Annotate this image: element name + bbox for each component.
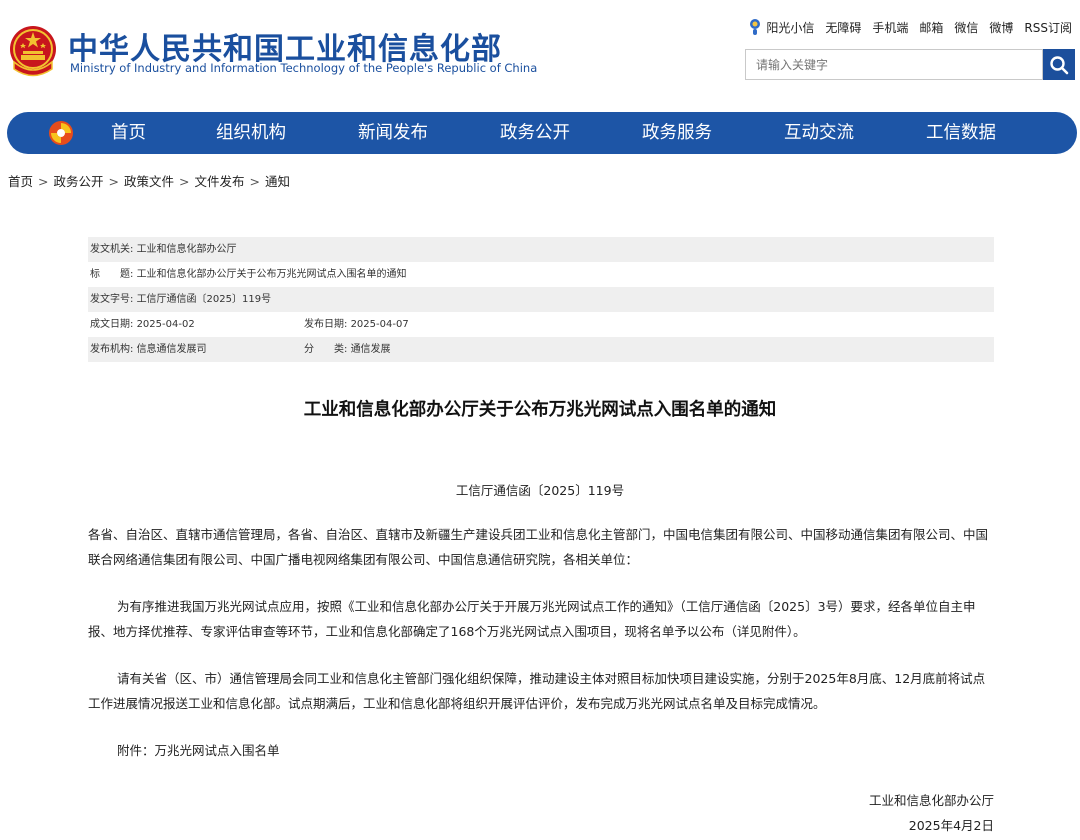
nav-item-interaction[interactable]: 互动交流 [784, 112, 854, 154]
signature-date: 2025年4月2日 [908, 818, 994, 833]
breadcrumb-separator: > [179, 174, 190, 189]
meta-row-doc-no: 发文字号: 工信厅通信函〔2025〕119号 [88, 287, 994, 312]
breadcrumb-policy-documents[interactable]: 政策文件 [124, 174, 174, 189]
nav-item-news[interactable]: 新闻发布 [358, 112, 428, 154]
top-link-rss[interactable]: RSS订阅 [1024, 19, 1072, 36]
sunshine-mascot-icon[interactable] [748, 18, 762, 36]
nav-item-home[interactable]: 首页 [111, 112, 146, 154]
meta-row-org: 发布机构: 信息通信发展司 分 类: 通信发展 [88, 337, 994, 362]
top-links: 阳光小信 无障碍 手机端 邮箱 微信 微博 RSS订阅 [748, 18, 1072, 36]
breadcrumb-notice[interactable]: 通知 [265, 174, 290, 189]
document-meta-table: 发文机关: 工业和信息化部办公厅 标 题: 工业和信息化部办公厅关于公布万兆光网… [88, 237, 994, 362]
breadcrumb: 首页 > 政务公开 > 政策文件 > 文件发布 > 通知 [8, 171, 290, 190]
top-link-weibo[interactable]: 微博 [989, 19, 1013, 36]
meta-doc-no-value: 工信厅通信函〔2025〕119号 [136, 294, 272, 305]
article-paragraph-body-1: 为有序推进我国万兆光网试点应用，按照《工业和信息化部办公厅关于开展万兆光网试点工… [88, 599, 976, 639]
meta-org-value: 信息通信发展司 [136, 344, 207, 355]
search-icon [1050, 55, 1069, 74]
meta-doc-no-label: 发文字号: [90, 294, 134, 305]
top-link-mail[interactable]: 邮箱 [919, 19, 943, 36]
meta-row-dates: 成文日期: 2025-04-02 发布日期: 2025-04-07 [88, 312, 994, 337]
search-input[interactable] [745, 49, 1043, 80]
top-link-wechat[interactable]: 微信 [954, 19, 978, 36]
top-link-accessibility[interactable]: 无障碍 [825, 19, 861, 36]
top-link-sunshine[interactable]: 阳光小信 [766, 19, 814, 36]
article-title: 工业和信息化部办公厅关于公布万兆光网试点入围名单的通知 [303, 400, 777, 420]
breadcrumb-separator: > [38, 174, 49, 189]
top-link-mobile[interactable]: 手机端 [872, 19, 908, 36]
meta-category-label: 分 类: [304, 344, 348, 355]
search-button[interactable] [1043, 49, 1075, 80]
meta-row-issuer: 发文机关: 工业和信息化部办公厅 [88, 237, 994, 262]
meta-title-value: 工业和信息化部办公厅关于公布万兆光网试点入围名单的通知 [136, 269, 407, 280]
breadcrumb-document-release[interactable]: 文件发布 [195, 174, 245, 189]
nav-item-government-services[interactable]: 政务服务 [642, 112, 712, 154]
site-header: 中华人民共和国工业和信息化部 Ministry of Industry and … [0, 0, 1080, 108]
national-emblem-icon [10, 26, 56, 77]
nav-item-organization[interactable]: 组织机构 [216, 112, 286, 154]
breadcrumb-separator: > [249, 174, 260, 189]
meta-published-label: 发布日期: [304, 319, 348, 330]
breadcrumb-separator: > [108, 174, 119, 189]
site-subtitle: Ministry of Industry and Information Tec… [70, 61, 538, 75]
meta-created-label: 成文日期: [90, 319, 134, 330]
meta-row-title: 标 题: 工业和信息化部办公厅关于公布万兆光网试点入围名单的通知 [88, 262, 994, 287]
meta-published-value: 2025-04-07 [350, 319, 409, 330]
breadcrumb-home[interactable]: 首页 [8, 174, 33, 189]
article-paragraph-addressees: 各省、自治区、直辖市通信管理局，各省、自治区、直辖市及新疆生产建设兵团工业和信息… [88, 527, 989, 567]
main-nav: 首页 组织机构 新闻发布 政务公开 政务服务 互动交流 工信数据 [7, 112, 1077, 154]
meta-issuer-label: 发文机关: [90, 244, 134, 255]
signature-org: 工业和信息化部办公厅 [868, 793, 994, 808]
breadcrumb-government-affairs[interactable]: 政务公开 [54, 174, 104, 189]
article-doc-number: 工信厅通信函〔2025〕119号 [455, 483, 625, 498]
article-paragraph-body-2: 请有关省（区、市）通信管理局会同工业和信息化主管部门强化组织保障，推动建设主体对… [88, 671, 986, 711]
meta-created-value: 2025-04-02 [136, 319, 195, 330]
article-attachment-link[interactable]: 附件：万兆光网试点入围名单 [88, 739, 994, 764]
nav-item-data[interactable]: 工信数据 [926, 112, 996, 154]
meta-category-value: 通信发展 [350, 344, 391, 355]
meta-org-label: 发布机构: [90, 344, 134, 355]
miit-logo-icon[interactable] [47, 119, 75, 147]
meta-issuer-value: 工业和信息化部办公厅 [136, 244, 237, 255]
meta-title-label: 标 题: [90, 269, 134, 280]
nav-item-government-affairs[interactable]: 政务公开 [500, 112, 570, 154]
